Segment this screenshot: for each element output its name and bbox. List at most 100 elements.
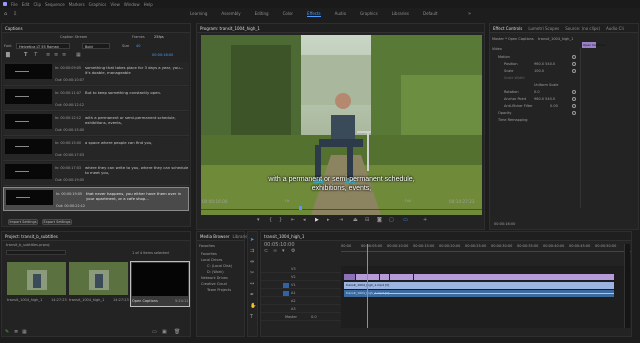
- workspace-editing[interactable]: Editing: [255, 11, 269, 17]
- tree-network-drives[interactable]: Network Drives: [201, 276, 228, 280]
- tree-drive-d[interactable]: D: (Work): [207, 270, 224, 274]
- keyframe-toggle-icon[interactable]: [572, 97, 576, 101]
- caption-text[interactable]: a space where people can find you,: [85, 140, 189, 146]
- timeline-ruler[interactable]: 00:00 00:00:05:00 00:00:10:00 00:00:15:0…: [341, 244, 631, 252]
- more-workspaces-icon[interactable]: »: [468, 11, 471, 17]
- caption-row[interactable]: In: 00:00:15:00 Out: 00:00:17:03 a space…: [3, 137, 189, 161]
- program-current-time[interactable]: 00:00:16:00: [202, 199, 228, 204]
- go-to-in-icon[interactable]: ⇤: [291, 217, 295, 223]
- menu-view[interactable]: View: [110, 2, 120, 7]
- tab-source[interactable]: Source: (no clips): [565, 26, 600, 31]
- tree-local-drives[interactable]: Local Drives: [201, 258, 222, 262]
- add-button-icon[interactable]: +: [423, 217, 427, 223]
- home-icon[interactable]: ⌂: [4, 11, 7, 17]
- prop-rotation[interactable]: Rotation: [504, 90, 519, 94]
- tab-media-browser[interactable]: Media Browser: [200, 234, 230, 239]
- icon-view-icon[interactable]: ▦: [22, 329, 27, 335]
- workspace-graphics[interactable]: Graphics: [360, 11, 378, 17]
- comparison-view-icon[interactable]: ▢: [389, 217, 394, 223]
- tab-lumetri-scopes[interactable]: Lumetri Scopes: [528, 26, 559, 31]
- prop-uniform-scale[interactable]: Uniform Scale: [534, 83, 558, 87]
- ec-timecode[interactable]: 00:00:16:00: [494, 222, 515, 226]
- prop-scale-value[interactable]: 100.0: [534, 69, 544, 73]
- prop-anchor-value[interactable]: 960.0 540.0: [534, 97, 555, 101]
- project-tab[interactable]: Project: transit_b_subtitles: [5, 234, 58, 239]
- track-header-master[interactable]: Master 0.0: [261, 314, 341, 321]
- razor-tool-icon[interactable]: ✂: [250, 270, 254, 276]
- workspace-default[interactable]: Default: [423, 11, 438, 17]
- tree-favorites[interactable]: Favorites: [201, 252, 217, 256]
- prop-position-value[interactable]: 960.0 540.0: [534, 62, 555, 66]
- prop-time-remapping[interactable]: Time Remapping: [498, 118, 528, 122]
- track-header-a2[interactable]: A2: [261, 298, 341, 305]
- align-left-icon[interactable]: ≡: [46, 52, 50, 58]
- timeline-timecode[interactable]: 00:05:10:00: [264, 242, 295, 248]
- tab-effect-controls[interactable]: Effect Controls: [493, 26, 522, 31]
- pen-tool-icon[interactable]: ✒: [250, 292, 254, 298]
- video-frame[interactable]: with a permanent or semi-permanent sched…: [201, 35, 482, 215]
- audio-clip[interactable]: transit_1004_high_1.mp4 [A]: [344, 290, 614, 297]
- import-settings-button[interactable]: Import Settings: [8, 219, 38, 225]
- master-label[interactable]: Master * Open Captions: [492, 37, 534, 41]
- keyframe-toggle-icon[interactable]: [572, 62, 576, 66]
- menu-help[interactable]: Help: [144, 2, 153, 7]
- captions-track-clips[interactable]: [344, 274, 614, 280]
- style-select[interactable]: Bold: [82, 43, 110, 49]
- bold-icon[interactable]: T: [24, 52, 27, 58]
- project-item[interactable]: transit_1004_high_1 14:27:23: [69, 262, 129, 306]
- frames-value[interactable]: 25fps: [154, 35, 164, 39]
- step-forward-icon[interactable]: ▸: [327, 217, 330, 223]
- caption-text[interactable]: with a permanent or semi-permanent sched…: [85, 115, 189, 125]
- project-search[interactable]: [6, 250, 66, 255]
- menu-graphics[interactable]: Graphics: [89, 2, 107, 7]
- program-scrubber[interactable]: [201, 206, 482, 210]
- hand-tool-icon[interactable]: ✋: [250, 303, 256, 309]
- mark-out-icon[interactable]: }: [279, 217, 282, 223]
- project-item-selected[interactable]: Open Captions 5:24:11: [130, 261, 190, 307]
- prop-position[interactable]: Position: [504, 62, 518, 66]
- tree-creative-cloud[interactable]: Creative Cloud: [201, 282, 227, 286]
- timeline-tracks-area[interactable]: transit_1004_high_1.mp4 [V] transit_1004…: [341, 244, 631, 328]
- workspace-color[interactable]: Color: [283, 11, 293, 17]
- workspace-learning[interactable]: Learning: [190, 11, 207, 17]
- track-header-a3[interactable]: A3: [261, 306, 341, 313]
- prop-motion[interactable]: Motion: [498, 55, 510, 59]
- caption-text[interactable]: where they can write to you, where they …: [85, 165, 189, 175]
- step-back-icon[interactable]: ◂: [303, 217, 306, 223]
- program-quality[interactable]: Full: [405, 199, 411, 203]
- list-view-icon[interactable]: ≣: [14, 329, 18, 335]
- keyframe-toggle-icon[interactable]: [572, 111, 576, 115]
- menu-file[interactable]: File: [11, 2, 18, 7]
- caption-text[interactable]: But to keep something constantly open.: [85, 90, 189, 96]
- add-marker-icon[interactable]: ▾: [282, 248, 285, 254]
- caption-text[interactable]: something that takes place for 3 days a …: [85, 65, 189, 75]
- prop-opacity[interactable]: Opacity: [498, 111, 511, 115]
- new-bin-icon[interactable]: ▭: [152, 329, 157, 335]
- keyframe-toggle-icon[interactable]: [572, 55, 576, 59]
- keyframe-toggle-icon[interactable]: [572, 104, 576, 108]
- ripple-edit-tool-icon[interactable]: ⇹: [250, 259, 254, 265]
- pencil-icon[interactable]: ✎: [5, 329, 9, 335]
- caption-row-selected[interactable]: In: 00:00:19:05 Out: 00:00:22:12 that ne…: [3, 187, 189, 211]
- trash-icon[interactable]: 🗑: [174, 329, 180, 335]
- workspace-audio[interactable]: Audio: [335, 11, 346, 17]
- marker-icon[interactable]: ▾: [257, 217, 260, 223]
- prop-rotation-value[interactable]: 0.0: [534, 90, 540, 94]
- sequence-label[interactable]: transit_1004_high_1: [538, 37, 573, 41]
- tree-team-projects[interactable]: Team Projects: [207, 288, 231, 292]
- tree-drive-c[interactable]: C: (Local Disk): [207, 264, 232, 268]
- program-tab[interactable]: Program: transit_1004_high_1: [200, 26, 260, 31]
- workspace-assembly[interactable]: Assembly: [221, 11, 240, 17]
- prop-scale-width[interactable]: Scale Width: [504, 76, 525, 80]
- type-tool-icon[interactable]: T: [250, 314, 253, 320]
- slip-tool-icon[interactable]: ↔: [250, 281, 254, 287]
- keyframe-toggle-icon[interactable]: [572, 69, 576, 73]
- mark-in-icon[interactable]: {: [269, 217, 272, 223]
- font-select[interactable]: Helvetica LT 55 Roman: [16, 43, 70, 49]
- italic-icon[interactable]: T: [34, 52, 37, 58]
- workspace-libraries[interactable]: Libraries: [392, 11, 409, 17]
- track-header-a1[interactable]: A1: [261, 290, 341, 297]
- export-settings-button[interactable]: Export Settings: [42, 219, 72, 225]
- track-header-v3[interactable]: V3: [261, 266, 341, 273]
- play-icon[interactable]: ▶: [315, 217, 319, 223]
